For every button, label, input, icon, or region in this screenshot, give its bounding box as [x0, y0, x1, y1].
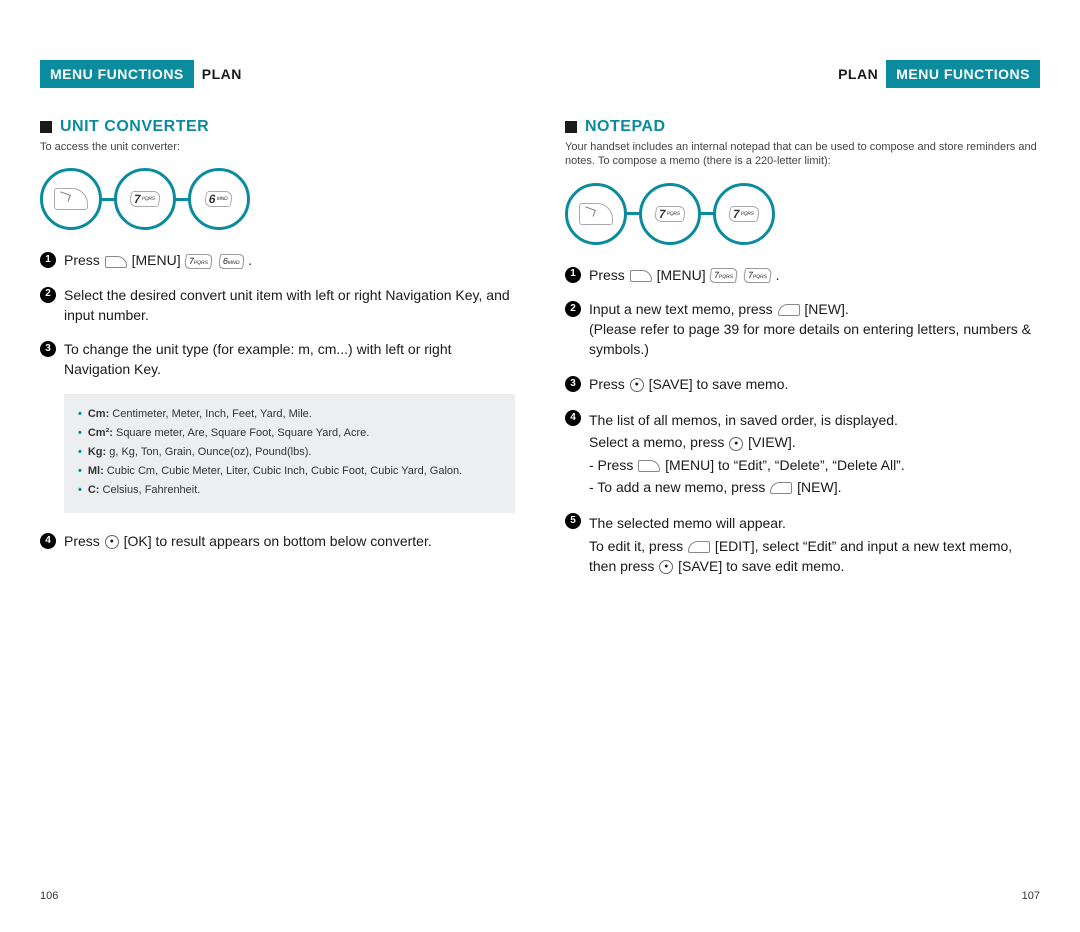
step-text: Press ● [OK] to result appears on bottom… [64, 531, 515, 551]
step-item: 3 To change the unit type (for example: m… [40, 339, 515, 380]
step-number-icon: 2 [40, 287, 56, 303]
step-text: The selected memo will appear.To edit it… [589, 511, 1040, 576]
step-item: 1 Press [MENU] 7PQRS 7PQRS . [565, 265, 1040, 285]
key-softkey-icon [565, 183, 627, 245]
header-left: MENU FUNCTIONS PLAN [40, 60, 515, 88]
square-bullet-icon [565, 121, 577, 133]
header-badge: MENU FUNCTIONS [886, 60, 1040, 88]
page-number: 107 [1022, 890, 1040, 902]
step-number-icon: 4 [565, 410, 581, 426]
step-item: 4 Press ● [OK] to result appears on botto… [40, 531, 515, 551]
step-item: 1 Press [MENU] 7PQRS 6MNO . [40, 250, 515, 270]
step-item: 3 Press ● [SAVE] to save memo. [565, 374, 1040, 394]
key-7-icon: 7PQRS [742, 268, 771, 283]
step-number-icon: 5 [565, 513, 581, 529]
section-title-text: NOTEPAD [585, 118, 666, 136]
softkey-right-icon [770, 482, 792, 494]
key-6-icon: 6MNO [217, 254, 244, 269]
step-number-icon: 2 [565, 301, 581, 317]
key-6-icon: 6MNO [188, 168, 250, 230]
ok-key-icon: ● [105, 535, 119, 549]
square-bullet-icon [40, 121, 52, 133]
section-title-text: UNIT CONVERTER [60, 118, 209, 136]
page-right: PLAN MENU FUNCTIONS NOTEPAD Your handset… [565, 60, 1040, 902]
step-text: Select the desired convert unit item wit… [64, 285, 515, 326]
page-left: MENU FUNCTIONS PLAN UNIT CONVERTER To ac… [40, 60, 515, 902]
step-text: Press ● [SAVE] to save memo. [589, 374, 1040, 394]
key-7-icon: 7PQRS [184, 254, 213, 269]
step-number-icon: 1 [40, 252, 56, 268]
step-number-icon: 3 [565, 376, 581, 392]
step-text: Press [MENU] 7PQRS 6MNO . [64, 250, 515, 270]
page-spread: MENU FUNCTIONS PLAN UNIT CONVERTER To ac… [0, 0, 1080, 932]
step-item: 5 The selected memo will appear.To edit i… [565, 511, 1040, 576]
key-sequence: 7PQRS 7PQRS [565, 183, 1040, 245]
intro-text: To access the unit converter: [40, 140, 515, 154]
step-text: Press [MENU] 7PQRS 7PQRS . [589, 265, 1040, 285]
step-item: 2 Input a new text memo, press [NEW]. (Pl… [565, 299, 1040, 360]
step-text: Input a new text memo, press [NEW]. (Ple… [589, 299, 1040, 360]
key-7-icon: 7PQRS [713, 183, 775, 245]
softkey-right-icon [688, 541, 710, 553]
step-number-icon: 3 [40, 341, 56, 357]
step-text: The list of all memos, in saved order, i… [589, 408, 1040, 497]
section-title-notepad: NOTEPAD [565, 118, 1040, 136]
header-badge: MENU FUNCTIONS [40, 60, 194, 88]
key-7-icon: 7PQRS [114, 168, 176, 230]
ok-key-icon: ● [630, 378, 644, 392]
steps-list: 1 Press [MENU] 7PQRS 7PQRS . 2 Input a new … [565, 265, 1040, 591]
step-number-icon: 1 [565, 267, 581, 283]
section-title-unit-converter: UNIT CONVERTER [40, 118, 515, 136]
key-sequence: 7PQRS 6MNO [40, 168, 515, 230]
header-section: PLAN [838, 66, 878, 82]
step-item: 2 Select the desired convert unit item wi… [40, 285, 515, 326]
key-7-icon: 7PQRS [709, 268, 738, 283]
softkey-left-icon [638, 460, 660, 472]
key-softkey-icon [40, 168, 102, 230]
step-text: To change the unit type (for example: m,… [64, 339, 515, 380]
page-number: 106 [40, 890, 58, 902]
softkey-right-icon [778, 304, 800, 316]
header-right: PLAN MENU FUNCTIONS [565, 60, 1040, 88]
step-number-icon: 4 [40, 533, 56, 549]
ok-key-icon: ● [729, 437, 743, 451]
softkey-left-icon [105, 256, 127, 268]
header-section: PLAN [202, 66, 242, 82]
step-item: 4 The list of all memos, in saved order, … [565, 408, 1040, 497]
ok-key-icon: ● [659, 560, 673, 574]
info-box: •Cm: Centimeter, Meter, Inch, Feet, Yard… [64, 394, 515, 513]
intro-text: Your handset includes an internal notepa… [565, 140, 1040, 169]
softkey-left-icon [630, 270, 652, 282]
key-7-icon: 7PQRS [639, 183, 701, 245]
steps-list: 1 Press [MENU] 7PQRS 6MNO . 2 Select the de… [40, 250, 515, 565]
